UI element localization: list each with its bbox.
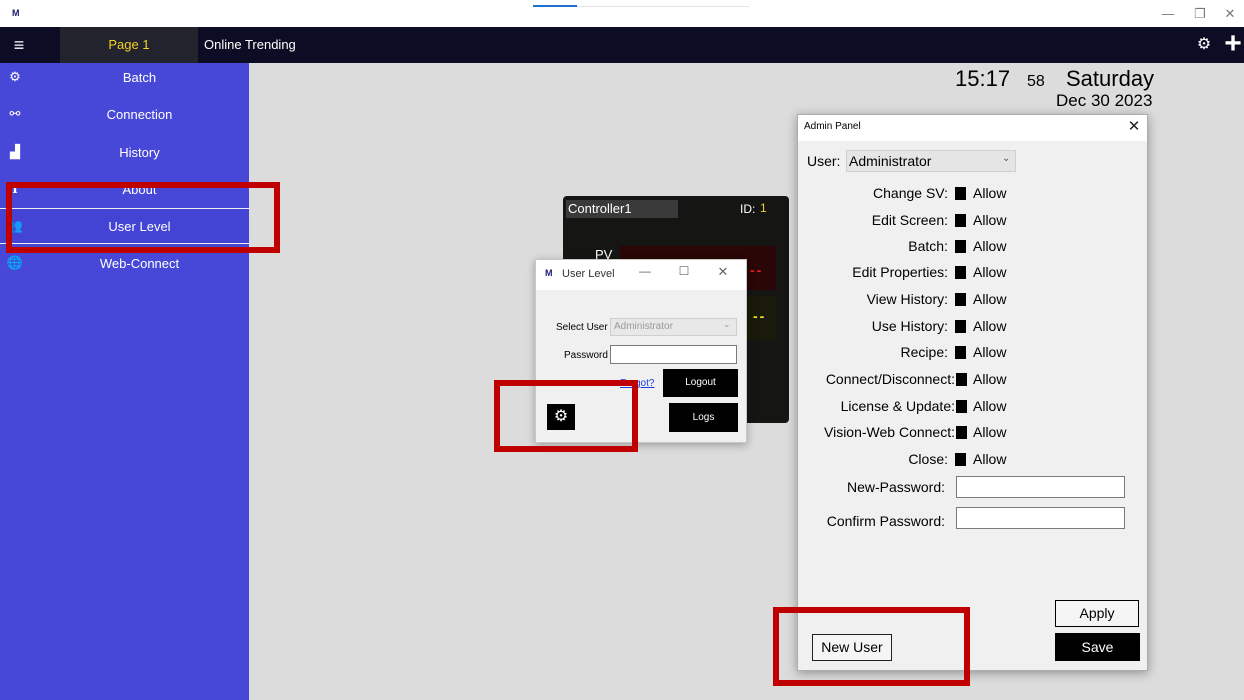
chevron-down-icon: ⌄ (1002, 153, 1011, 164)
permission-value: Allow (973, 185, 1007, 201)
new-password-input[interactable] (956, 476, 1125, 498)
permission-label: License & Update: (840, 398, 955, 414)
password-input[interactable] (610, 345, 737, 364)
highlight-box-new-user (773, 607, 970, 686)
user-label: User: (807, 153, 841, 169)
restore-icon[interactable]: ❐ (1186, 4, 1214, 24)
permission-value: Allow (973, 398, 1007, 414)
permission-label: Change SV: (873, 185, 948, 201)
permission-checkbox[interactable] (956, 426, 967, 439)
clock-time: 15:17 (955, 66, 1011, 91)
permission-checkbox[interactable] (955, 214, 966, 227)
permission-label: Use History: (871, 318, 948, 334)
new-password-label: New-Password: (846, 479, 945, 495)
permission-checkbox[interactable] (956, 373, 967, 386)
permission-label: Vision-Web Connect: (824, 424, 955, 440)
controller-name: Controller1 (566, 200, 678, 218)
permission-value: Allow (973, 212, 1007, 228)
close-icon[interactable]: ✕ (1216, 4, 1244, 24)
permission-label: Edit Screen: (871, 212, 948, 228)
permission-checkbox[interactable] (955, 293, 966, 306)
sidebar-item-history[interactable]: ▟ History (0, 135, 249, 171)
plus-icon[interactable]: + (1222, 28, 1244, 62)
scroll-indicator (533, 5, 577, 7)
app-logo-icon: M (12, 8, 20, 18)
save-button[interactable]: Save (1055, 633, 1140, 661)
sidebar-item-label: History (119, 145, 160, 160)
scroll-indicator-track (577, 6, 749, 7)
password-label: Password (564, 350, 608, 361)
tab-page-1[interactable]: Page 1 (60, 27, 198, 63)
window-titlebar (0, 0, 1244, 27)
permission-label: Close: (908, 451, 948, 467)
sidebar-item-batch[interactable]: ⚙ Batch (0, 60, 249, 96)
gear-icon[interactable]: ⚙ (1192, 32, 1216, 58)
confirm-password-input[interactable] (956, 507, 1125, 529)
chevron-down-icon: ⌄ (723, 319, 731, 329)
confirm-password-label: Confirm Password: (826, 513, 945, 529)
app-logo-icon: M (545, 268, 553, 278)
permission-checkbox[interactable] (956, 400, 967, 413)
chart-icon: ▟ (10, 144, 20, 159)
sidebar-item-label: Connection (106, 107, 173, 122)
permission-checkbox[interactable] (955, 320, 966, 333)
permission-checkbox[interactable] (955, 240, 966, 253)
minimize-icon[interactable]: — (636, 264, 654, 282)
permission-value: Allow (973, 318, 1007, 334)
close-icon[interactable]: ✕ (1124, 117, 1144, 137)
apply-button[interactable]: Apply (1055, 600, 1139, 627)
user-dropdown[interactable]: Administrator (846, 150, 1016, 172)
permission-label: Connect/Disconnect: (825, 371, 955, 387)
permission-value: Allow (973, 264, 1007, 280)
permission-label: Batch: (908, 238, 948, 254)
permission-value: Allow (973, 451, 1007, 467)
logout-button[interactable]: Logout (663, 369, 738, 397)
minimize-icon[interactable]: — (1154, 4, 1182, 24)
permission-checkbox[interactable] (955, 266, 966, 279)
hamburger-icon[interactable]: ≡ (8, 33, 30, 57)
gears-icon: ⚙ (9, 69, 21, 84)
sidebar-item-label: Batch (122, 70, 157, 85)
clock-day: Saturday (1066, 66, 1155, 91)
permission-value: Allow (973, 424, 1007, 440)
user-level-title: User Level (562, 268, 615, 280)
select-user-dropdown[interactable]: Administrator (610, 318, 737, 336)
highlight-box-user-level (6, 182, 280, 253)
tab-online-trending[interactable]: Online Trending (204, 27, 334, 63)
select-user-label: Select User (556, 322, 608, 333)
permission-value: Allow (973, 291, 1007, 307)
globe-icon: 🌐 (6, 255, 24, 270)
clock-date: Dec 30 2023 (1056, 91, 1153, 110)
maximize-icon[interactable]: ☐ (675, 264, 693, 282)
clock-seconds: 58 (1027, 73, 1045, 90)
permission-checkbox[interactable] (955, 453, 966, 466)
permission-label: Recipe: (900, 344, 948, 360)
permission-checkbox[interactable] (955, 187, 966, 200)
permission-value: Allow (973, 238, 1007, 254)
highlight-box-gear (494, 380, 638, 452)
admin-panel-title: Admin Panel (804, 121, 861, 132)
permission-label: Edit Properties: (852, 264, 948, 280)
permission-label: View History: (866, 291, 948, 307)
permission-checkbox[interactable] (955, 346, 966, 359)
sidebar-item-connection[interactable]: ⚯ Connection (0, 97, 249, 133)
logs-button[interactable]: Logs (669, 403, 738, 432)
permission-value: Allow (973, 371, 1007, 387)
connection-icon: ⚯ (9, 106, 21, 121)
close-icon[interactable]: ✕ (714, 264, 732, 282)
permission-value: Allow (973, 344, 1007, 360)
